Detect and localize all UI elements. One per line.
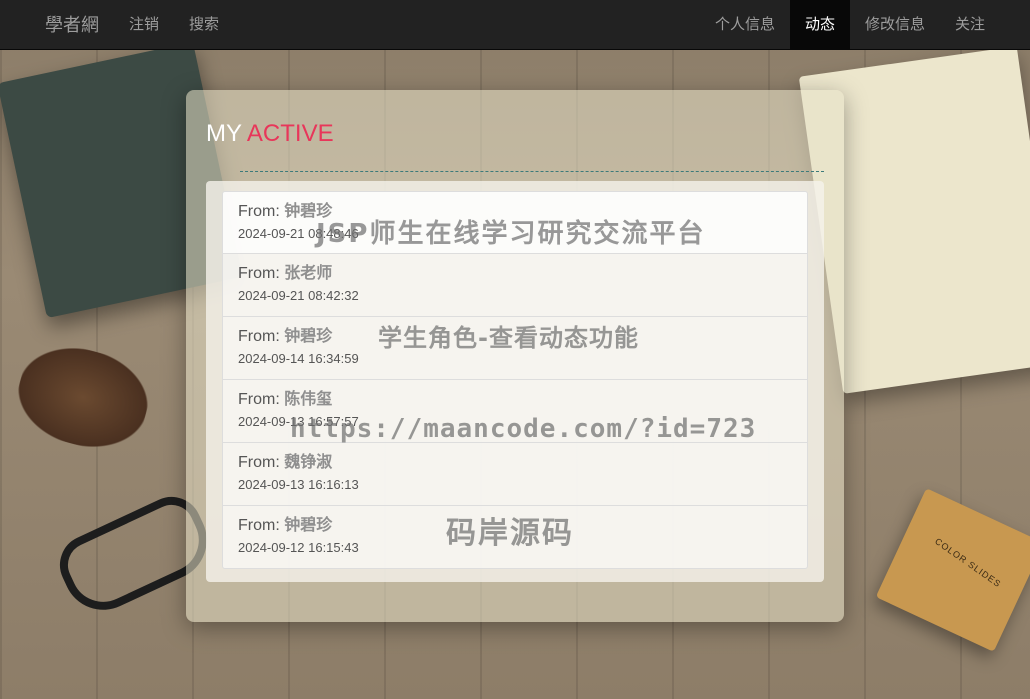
activity-item[interactable]: From: 张老师 2024-09-21 08:42:32 (222, 254, 808, 317)
sender-name[interactable]: 陈伟玺 (284, 391, 332, 408)
activity-item[interactable]: From: 钟碧珍 2024-09-14 16:34:59 (222, 317, 808, 380)
nav-right-group: 个人信息 动态 修改信息 关注 (700, 0, 1030, 50)
activity-from: From: 魏铮淑 (238, 452, 792, 474)
box-label: COLOR SLIDES (933, 536, 1004, 590)
activity-time: 2024-09-14 16:34:59 (238, 351, 359, 366)
activity-list: From: 钟碧珍 2024-09-21 08:48:46 From: 张老师 … (206, 181, 824, 582)
activity-item[interactable]: From: 陈伟玺 2024-09-13 16:57:57 (222, 380, 808, 443)
activity-from: From: 钟碧珍 (238, 515, 792, 537)
activity-item[interactable]: From: 魏铮淑 2024-09-13 16:16:13 (222, 443, 808, 506)
activity-from: From: 钟碧珍 (238, 326, 792, 348)
activity-item[interactable]: From: 钟碧珍 2024-09-12 16:15:43 (222, 506, 808, 569)
nav-search-link[interactable]: 搜索 (174, 0, 234, 50)
activity-from: From: 陈伟玺 (238, 389, 792, 411)
nav-follow-link[interactable]: 关注 (940, 0, 1000, 50)
sender-name[interactable]: 钟碧珍 (284, 328, 332, 345)
activity-time: 2024-09-21 08:42:32 (238, 288, 359, 303)
top-navbar: 學者網 注销 搜索 个人信息 动态 修改信息 关注 (0, 0, 1030, 50)
page-title-part1: MY (206, 120, 247, 147)
title-divider (240, 171, 824, 172)
nav-edit-info-link[interactable]: 修改信息 (850, 0, 940, 50)
activity-from: From: 张老师 (238, 263, 792, 285)
sender-name[interactable]: 魏铮淑 (284, 454, 332, 471)
from-label: From: (238, 391, 280, 408)
brand-link[interactable]: 學者網 (30, 0, 114, 50)
activity-from: From: 钟碧珍 (238, 201, 792, 223)
from-label: From: (238, 454, 280, 471)
from-label: From: (238, 265, 280, 282)
activity-time: 2024-09-13 16:16:13 (238, 477, 359, 492)
sender-name[interactable]: 钟碧珍 (284, 517, 332, 534)
activity-panel: MY ACTIVE From: 钟碧珍 2024-09-21 08:48:46 … (186, 90, 844, 622)
activity-time: 2024-09-12 16:15:43 (238, 540, 359, 555)
sender-name[interactable]: 钟碧珍 (284, 203, 332, 220)
nav-activity-link[interactable]: 动态 (789, 0, 850, 50)
page-title: MY ACTIVE (206, 120, 334, 148)
nav-left-group: 學者網 注销 搜索 (0, 0, 234, 49)
activity-time: 2024-09-13 16:57:57 (238, 414, 359, 429)
page-title-part2: ACTIVE (246, 120, 334, 147)
activity-time: 2024-09-21 08:48:46 (238, 226, 359, 241)
activity-item[interactable]: From: 钟碧珍 2024-09-21 08:48:46 (222, 191, 808, 254)
nav-logout-link[interactable]: 注销 (114, 0, 174, 50)
sender-name[interactable]: 张老师 (284, 265, 332, 282)
from-label: From: (238, 328, 280, 345)
from-label: From: (238, 517, 280, 534)
nav-profile-link[interactable]: 个人信息 (700, 0, 790, 50)
from-label: From: (238, 203, 280, 220)
